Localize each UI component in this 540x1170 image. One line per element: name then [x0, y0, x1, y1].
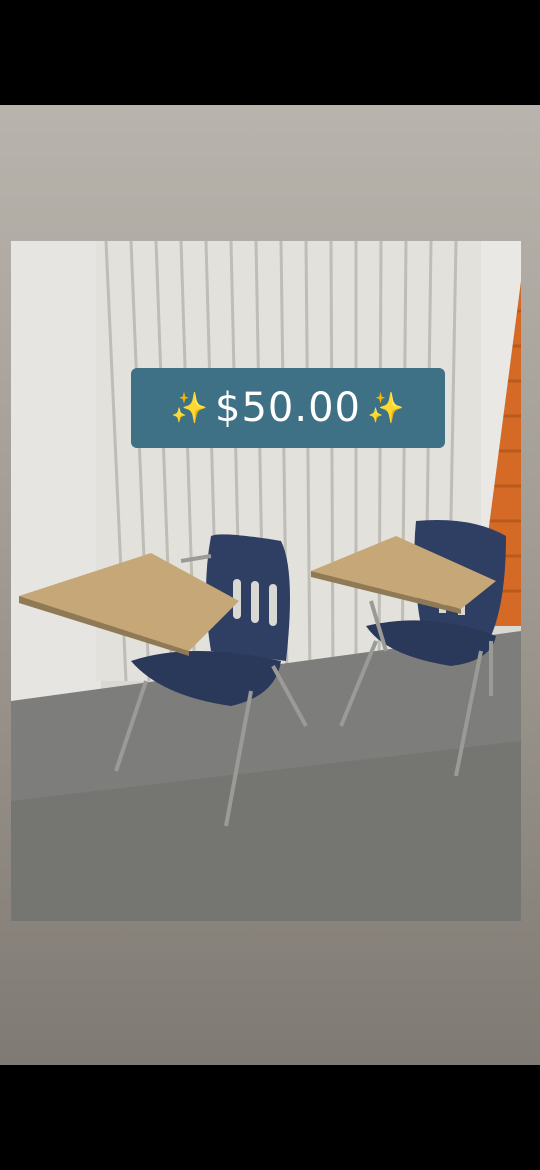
classroom-desk-chairs-photo	[11, 241, 521, 921]
top-letterbox	[0, 0, 540, 105]
price-badge: ✨ $50.00 ✨	[131, 368, 445, 448]
product-photo	[11, 241, 521, 921]
bottom-letterbox	[0, 1065, 540, 1170]
sparkles-icon: ✨	[366, 390, 406, 426]
sparkles-icon: ✨	[170, 390, 210, 426]
price-label: $50.00	[215, 385, 361, 431]
